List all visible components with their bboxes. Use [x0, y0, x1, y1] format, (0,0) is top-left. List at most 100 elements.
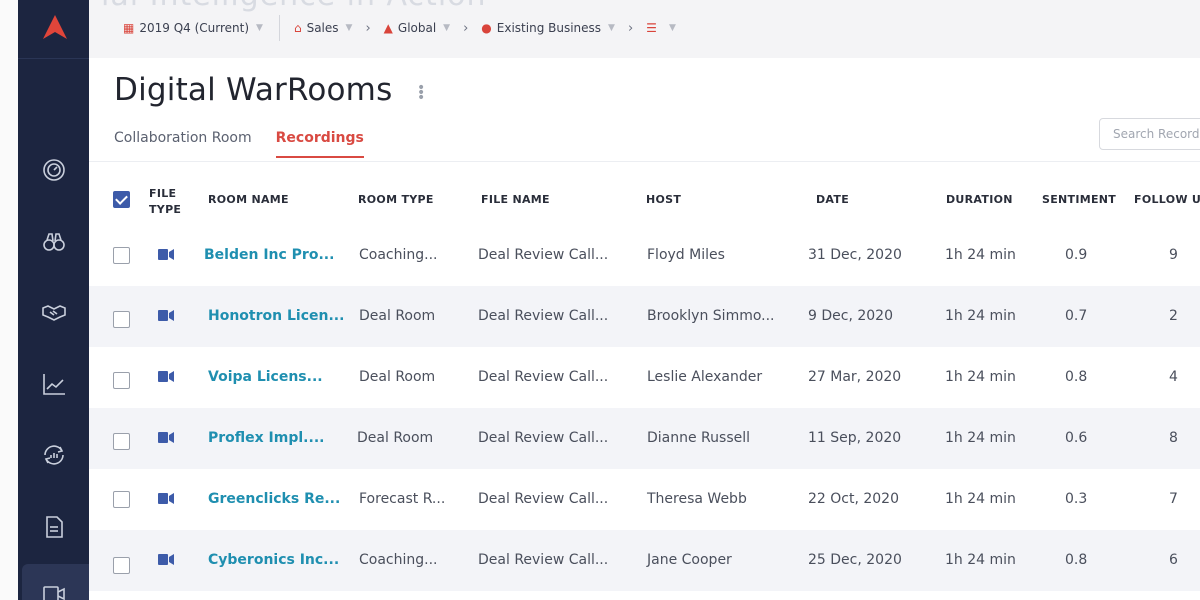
host-cell: Floyd Miles	[647, 247, 725, 263]
calendar-icon: ▦	[123, 21, 135, 35]
chevron-right-icon: ›	[627, 20, 634, 36]
room-name-link[interactable]: Cyberonics Inc...	[208, 552, 339, 568]
follow-up-cell: 8	[1169, 430, 1178, 446]
period-filter[interactable]: ▦ 2019 Q4 (Current) ▼	[123, 21, 263, 35]
host-cell: Theresa Webb	[647, 491, 747, 507]
header-duration[interactable]: DURATION	[946, 193, 1013, 206]
header-room-type[interactable]: ROOM TYPE	[358, 193, 434, 206]
department-filter[interactable]: ⌂ Sales ▼	[294, 21, 353, 35]
list-filter[interactable]: ☰ ▼	[646, 21, 676, 35]
date-cell: 31 Dec, 2020	[808, 247, 902, 263]
bank-icon: ⌂	[293, 21, 302, 35]
file-name-cell: Deal Review Call...	[478, 552, 609, 568]
video-icon[interactable]	[40, 580, 68, 600]
room-name-link[interactable]: Voipa Licens...	[208, 369, 323, 385]
handshake-icon[interactable]	[40, 298, 68, 326]
list-icon: ☰	[646, 21, 657, 35]
speedometer-icon[interactable]	[40, 155, 68, 183]
header-file-type: FILE TYPE	[149, 187, 182, 216]
video-file-icon	[158, 432, 174, 443]
row-checkbox[interactable]	[113, 491, 130, 508]
chevron-down-icon: ▼	[668, 23, 676, 33]
duration-cell: 1h 24 min	[945, 491, 1016, 507]
app-logo-icon[interactable]	[40, 12, 70, 42]
host-cell: Brooklyn Simmo...	[647, 308, 775, 324]
duration-cell: 1h 24 min	[945, 369, 1016, 385]
room-type-cell: Forecast R...	[359, 491, 446, 507]
header-date[interactable]: DATE	[816, 193, 849, 206]
row-checkbox[interactable]	[113, 372, 130, 389]
row-checkbox[interactable]	[113, 311, 130, 328]
tab-bar: Collaboration Room Recordings	[114, 130, 388, 158]
table-row[interactable]: Belden Inc Pro... Coaching... Deal Revie…	[89, 225, 1200, 286]
date-cell: 27 Mar, 2020	[808, 369, 902, 385]
date-cell: 22 Oct, 2020	[808, 491, 899, 507]
room-name-link[interactable]: Honotron Licen...	[208, 308, 344, 324]
sentiment-cell: 0.8	[1065, 552, 1088, 568]
file-name-cell: Deal Review Call...	[478, 247, 609, 263]
region-filter[interactable]: ▲ Global ▼	[384, 21, 450, 35]
refresh-chart-icon[interactable]	[40, 441, 68, 469]
duration-cell: 1h 24 min	[945, 430, 1016, 446]
business-filter-label: Existing Business	[496, 21, 602, 35]
tab-recordings[interactable]: Recordings	[275, 130, 364, 158]
room-type-cell: Deal Room	[359, 369, 436, 385]
follow-up-cell: 9	[1169, 247, 1178, 263]
date-cell: 11 Sep, 2020	[808, 430, 902, 446]
row-checkbox[interactable]	[113, 557, 130, 574]
room-type-cell: Coaching...	[359, 247, 438, 263]
room-name-link[interactable]: Belden Inc Pro...	[204, 247, 334, 263]
header-room-name[interactable]: ROOM NAME	[208, 193, 289, 206]
sentiment-cell: 0.7	[1065, 308, 1088, 324]
room-name-link[interactable]: Proflex Impl....	[208, 430, 324, 446]
sentiment-cell: 0.3	[1065, 491, 1088, 507]
document-icon[interactable]	[40, 513, 68, 541]
chevron-down-icon: ▼	[345, 23, 353, 33]
breadcrumb-divider	[278, 15, 280, 41]
follow-up-cell: 2	[1169, 308, 1178, 324]
follow-up-cell: 4	[1169, 369, 1178, 385]
chevron-down-icon: ▼	[608, 23, 615, 33]
header-follow-up[interactable]: FOLLOW UP	[1134, 193, 1200, 206]
header-file-name[interactable]: FILE NAME	[481, 193, 550, 206]
users-icon: ●	[481, 21, 492, 35]
room-type-cell: Coaching...	[359, 552, 438, 568]
region-filter-label: Global	[397, 21, 437, 35]
video-file-icon	[158, 554, 174, 565]
table-row[interactable]: Greenclicks Re... Forecast R... Deal Rev…	[89, 469, 1200, 530]
video-file-icon	[158, 310, 174, 321]
more-options-icon[interactable]: • • •	[417, 81, 425, 105]
page-title: Digital WarRooms	[114, 72, 393, 108]
duration-cell: 1h 24 min	[945, 247, 1016, 263]
table-row[interactable]: Cyberonics Inc... Coaching... Deal Revie…	[89, 530, 1200, 591]
table-row[interactable]: Honotron Licen... Deal Room Deal Review …	[89, 286, 1200, 347]
table-row[interactable]: Proflex Impl.... Deal Room Deal Review C…	[89, 408, 1200, 469]
video-banner-text: ial Intelligence in Action	[101, 0, 487, 13]
header-host[interactable]: HOST	[646, 193, 681, 206]
period-filter-label: 2019 Q4 (Current)	[139, 21, 250, 35]
select-all-checkbox[interactable]	[113, 191, 130, 208]
follow-up-cell: 7	[1169, 491, 1178, 507]
header-sentiment[interactable]: SENTIMENT	[1042, 193, 1116, 206]
file-name-cell: Deal Review Call...	[478, 430, 609, 446]
search-input[interactable]: Search Recordings	[1099, 118, 1200, 150]
sentiment-cell: 0.9	[1065, 247, 1088, 263]
file-name-cell: Deal Review Call...	[478, 369, 609, 385]
binoculars-icon[interactable]	[40, 228, 68, 256]
host-cell: Jane Cooper	[647, 552, 732, 568]
room-type-cell: Deal Room	[359, 308, 436, 324]
room-name-link[interactable]: Greenclicks Re...	[208, 491, 340, 507]
tab-divider	[89, 161, 1200, 162]
row-checkbox[interactable]	[113, 247, 130, 264]
line-chart-icon[interactable]	[40, 370, 68, 398]
table-row[interactable]: Voipa Licens... Deal Room Deal Review Ca…	[89, 347, 1200, 408]
sidebar-divider	[18, 58, 89, 59]
video-file-icon	[158, 493, 174, 504]
business-filter[interactable]: ● Existing Business ▼	[481, 21, 615, 35]
room-type-cell: Deal Room	[357, 430, 434, 446]
sentiment-cell: 0.8	[1065, 369, 1088, 385]
tab-collaboration-room[interactable]: Collaboration Room	[114, 130, 252, 158]
top-bar: ial Intelligence in Action ▦ 2019 Q4 (Cu…	[89, 0, 1200, 58]
row-checkbox[interactable]	[113, 433, 130, 450]
follow-up-cell: 6	[1169, 552, 1178, 568]
